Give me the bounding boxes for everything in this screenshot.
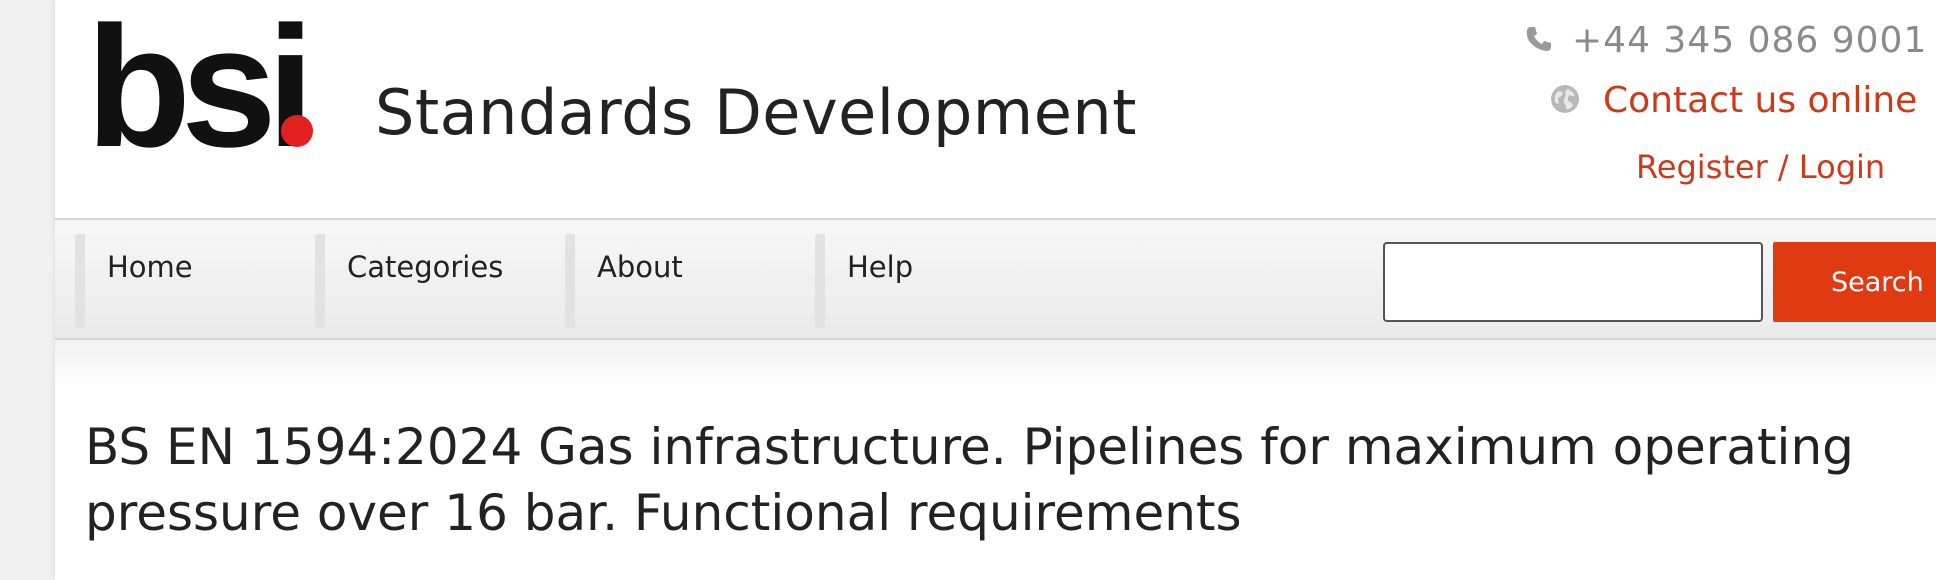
register-login-link[interactable]: Register / Login bbox=[1636, 148, 1885, 186]
search-button[interactable]: Search bbox=[1773, 242, 1936, 322]
search-input[interactable] bbox=[1383, 242, 1763, 322]
page-title: BS EN 1594:2024 Gas infrastructure. Pipe… bbox=[85, 418, 1854, 542]
site-title: Standards Development bbox=[375, 76, 1137, 149]
logo-wordmark: bsi bbox=[86, 8, 305, 158]
nav-shadow-strip bbox=[55, 340, 1936, 384]
contact-online-row: Contact us online bbox=[1549, 80, 1917, 121]
phone-row: +44 345 086 9001 bbox=[1524, 20, 1927, 61]
bsi-logo[interactable]: bsi bbox=[86, 0, 326, 183]
nav-item-home[interactable]: Home bbox=[75, 234, 315, 328]
bsi-logo-graphic: bsi bbox=[86, 0, 315, 183]
phone-icon bbox=[1524, 24, 1554, 58]
register-login-row: Register / Login bbox=[1636, 148, 1885, 186]
logo-dot bbox=[281, 115, 313, 147]
contact-online-link[interactable]: Contact us online bbox=[1603, 80, 1917, 121]
nav-item-about[interactable]: About bbox=[565, 234, 815, 328]
phone-number[interactable]: +44 345 086 9001 bbox=[1572, 20, 1927, 61]
nav-item-categories[interactable]: Categories bbox=[315, 234, 565, 328]
main-nav: Home Categories About Help Search bbox=[55, 218, 1936, 340]
page: bsi Standards Development +44 345 086 90… bbox=[55, 0, 1936, 580]
nav-item-help[interactable]: Help bbox=[815, 234, 1065, 328]
globe-icon bbox=[1549, 83, 1581, 119]
